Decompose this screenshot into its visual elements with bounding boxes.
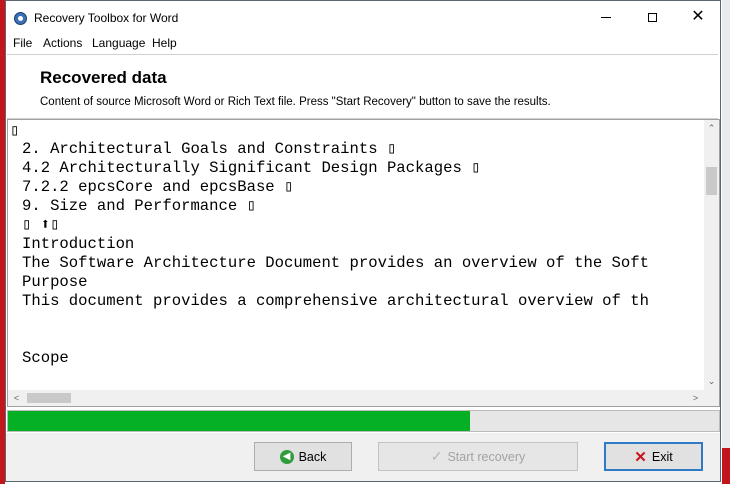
- page-subtitle: Content of source Microsoft Word or Rich…: [40, 96, 551, 108]
- text-line: 9. Size and Performance ▯: [22, 197, 256, 215]
- chevron-up-icon: ⌃: [707, 123, 716, 133]
- scrollbar-corner: [704, 390, 719, 406]
- text-line: Purpose: [22, 273, 88, 291]
- horizontal-scrollbar[interactable]: < >: [8, 390, 704, 406]
- app-icon: [14, 12, 27, 25]
- menu-help[interactable]: Help: [152, 36, 177, 50]
- text-line: This document provides a comprehensive a…: [22, 292, 649, 310]
- close-button[interactable]: ✕: [675, 1, 720, 33]
- red-x-icon: ✕: [634, 448, 647, 466]
- text-line: 2. Architectural Goals and Constraints ▯: [22, 140, 397, 158]
- button-bar: ◀ Back ✓ Start recovery ✕ Exit: [6, 433, 720, 481]
- page-title: Recovered data: [40, 68, 167, 87]
- text-line: ▯: [10, 122, 20, 140]
- window-title: Recovery Toolbox for Word: [34, 11, 179, 25]
- text-line: The Software Architecture Document provi…: [22, 254, 649, 272]
- exit-button-label: Exit: [651, 449, 673, 464]
- recovered-text-view[interactable]: ▯ 2. Architectural Goals and Constraints…: [7, 119, 720, 407]
- chevron-down-icon: ⌄: [707, 376, 716, 386]
- scroll-down-button[interactable]: ⌄: [704, 373, 719, 390]
- back-button-label: Back: [298, 449, 327, 464]
- exit-button[interactable]: ✕ Exit: [604, 442, 703, 471]
- start-recovery-button[interactable]: ✓ Start recovery: [378, 442, 578, 471]
- app-window: Recovery Toolbox for Word ✕ File Actions…: [5, 0, 721, 482]
- chevron-right-icon: >: [692, 393, 699, 403]
- menu-file[interactable]: File: [13, 36, 32, 50]
- text-line: 4.2 Architecturally Significant Design P…: [22, 159, 481, 177]
- minimize-icon: [601, 16, 611, 18]
- background-desktop: [722, 0, 730, 484]
- scroll-right-button[interactable]: >: [687, 390, 704, 406]
- scroll-left-button[interactable]: <: [8, 390, 25, 406]
- close-icon: ✕: [691, 8, 705, 25]
- text-line: ▯ ⬆▯: [22, 216, 60, 234]
- text-line: 7.2.2 epcsCore and epcsBase ▯: [22, 178, 294, 196]
- progress-fill: [8, 411, 471, 431]
- horizontal-scroll-thumb[interactable]: [27, 393, 71, 403]
- menu-bar: File Actions Language Help: [6, 33, 720, 53]
- title-bar[interactable]: Recovery Toolbox for Word ✕: [6, 1, 720, 33]
- scroll-up-button[interactable]: ⌃: [704, 120, 719, 137]
- checkmark-icon: ✓: [430, 448, 443, 464]
- minimize-button[interactable]: [583, 1, 629, 33]
- background-red-corner: [722, 448, 730, 484]
- vertical-scroll-thumb[interactable]: [706, 167, 717, 195]
- menu-actions[interactable]: Actions: [43, 36, 82, 50]
- maximize-icon: [647, 12, 657, 22]
- text-line: Introduction: [22, 235, 135, 253]
- back-arrow-circle-icon: ◀: [279, 449, 294, 464]
- vertical-scrollbar[interactable]: ⌃ ⌄: [704, 120, 719, 390]
- header-panel: Recovered data Content of source Microso…: [7, 54, 718, 119]
- start-recovery-label: Start recovery: [447, 449, 526, 464]
- maximize-button[interactable]: [629, 1, 675, 33]
- back-button[interactable]: ◀ Back: [254, 442, 352, 471]
- menu-language[interactable]: Language: [92, 36, 145, 50]
- text-line: Scope: [22, 349, 69, 367]
- recovered-text-content[interactable]: ▯ 2. Architectural Goals and Constraints…: [8, 120, 704, 390]
- recovery-progress-bar: [7, 410, 720, 432]
- chevron-left-icon: <: [13, 393, 20, 403]
